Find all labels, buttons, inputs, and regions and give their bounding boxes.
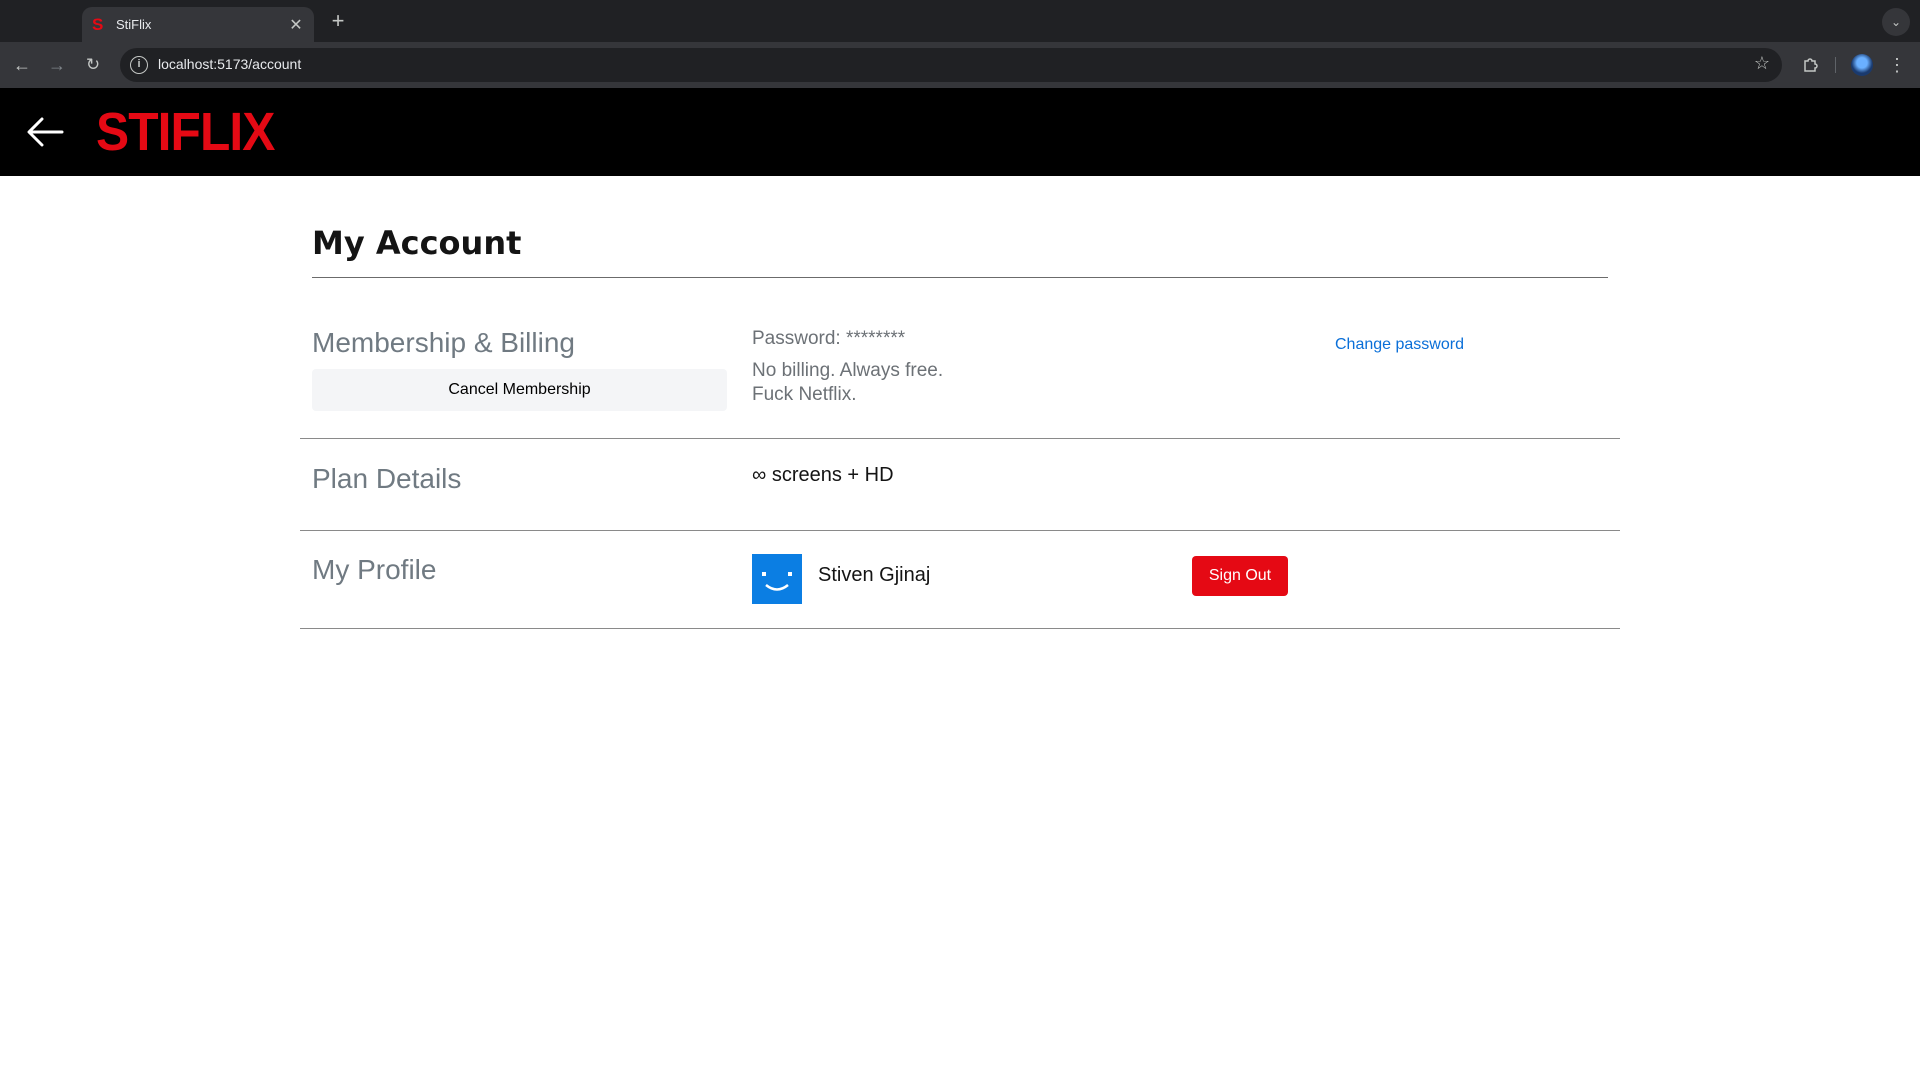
url-text[interactable]: localhost:5173/account [158, 56, 301, 72]
profile-avatar [752, 554, 802, 604]
change-password-link[interactable]: Change password [1335, 336, 1464, 354]
reload-icon[interactable]: ↻ [79, 51, 107, 79]
address-bar[interactable]: i localhost:5173/account ☆ [120, 48, 1782, 82]
tab-favicon-icon: S [92, 14, 104, 34]
profile-heading: My Profile [312, 554, 437, 585]
browser-profile-avatar[interactable] [1851, 54, 1873, 76]
browser-toolbar: ← → ↻ i localhost:5173/account ☆ ⋮ [0, 42, 1920, 88]
membership-heading: Membership & Billing [312, 327, 575, 358]
plan-details-text: ∞ screens + HD [752, 464, 894, 486]
browser-menu-icon[interactable]: ⋮ [1887, 51, 1907, 79]
site-info-icon[interactable]: i [130, 56, 148, 74]
stiflix-logo[interactable]: STIFLIX [96, 102, 275, 162]
extra-text: Fuck Netflix. [752, 384, 857, 405]
back-arrow-icon[interactable]: ← [8, 51, 36, 79]
browser-tabstrip: S StiFlix ✕ + ⌄ [0, 0, 1920, 42]
extensions-puzzle-icon[interactable] [1797, 51, 1825, 79]
tab-close-icon[interactable]: ✕ [288, 15, 304, 35]
tab-search-chevron-icon[interactable]: ⌄ [1882, 8, 1910, 36]
plan-heading: Plan Details [312, 463, 462, 494]
sign-out-button[interactable]: Sign Out [1192, 556, 1288, 596]
bookmark-star-icon[interactable]: ☆ [1754, 53, 1770, 74]
title-divider [312, 277, 1608, 278]
profile-name: Stiven Gjinaj [818, 564, 931, 586]
forward-arrow-icon[interactable]: → [43, 51, 71, 79]
password-text: Password: ******** [752, 328, 906, 349]
tab-title: StiFlix [116, 17, 152, 32]
back-arrow-icon[interactable] [26, 114, 64, 150]
toolbar-divider [1835, 57, 1836, 73]
section-divider [300, 628, 1620, 629]
browser-tab[interactable]: S StiFlix ✕ [82, 7, 314, 42]
section-divider [300, 530, 1620, 531]
section-divider [300, 438, 1620, 439]
app-header: STIFLIX [0, 88, 1920, 176]
cancel-membership-button[interactable]: Cancel Membership [312, 369, 727, 411]
page-title: My Account [312, 224, 522, 262]
new-tab-button[interactable]: + [324, 8, 352, 36]
billing-text: No billing. Always free. [752, 360, 944, 381]
